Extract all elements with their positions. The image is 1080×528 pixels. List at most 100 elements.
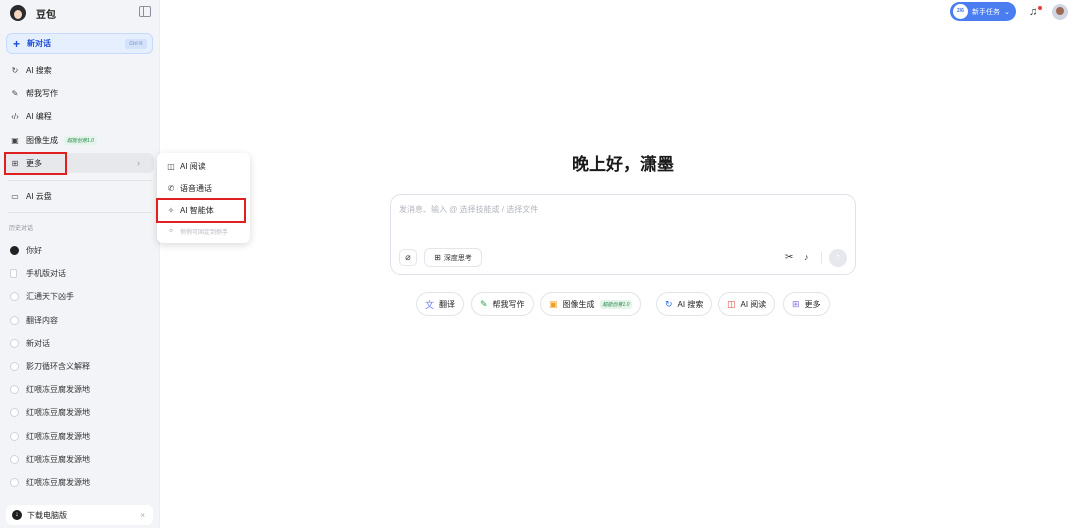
ai-search-icon: ↻ bbox=[11, 65, 19, 75]
new-chat-button[interactable]: + 新对话 Ctrl K bbox=[6, 33, 153, 54]
bulb-icon: ○ bbox=[169, 228, 173, 234]
chip-label: 帮我写作 bbox=[492, 299, 525, 309]
grid-icon: ⊞ bbox=[792, 298, 800, 309]
sidebar-item-coding[interactable]: ‹/› AI 编程 bbox=[0, 106, 160, 126]
chat-icon bbox=[10, 338, 19, 348]
menu-hint-label: 悄悄可固定到侧手 bbox=[180, 229, 229, 236]
sidebar-item-cloud[interactable]: ▭ AI 云盘 bbox=[0, 186, 160, 206]
sidebar-item-label: AI 搜索 bbox=[26, 65, 52, 75]
task-label: 新手任务 bbox=[972, 8, 1000, 16]
translate-icon: 文 bbox=[425, 299, 435, 310]
new-chat-label: 新对话 bbox=[27, 39, 52, 48]
avatar[interactable] bbox=[1052, 3, 1068, 20]
agent-avatar bbox=[10, 245, 19, 255]
app-name: 豆包 bbox=[36, 9, 56, 21]
image-icon: ▣ bbox=[11, 135, 19, 145]
history-item[interactable]: 翻译内容 bbox=[0, 310, 160, 330]
message-input-placeholder[interactable]: 发消息、输入 @ 选择技能或 / 选择文件 bbox=[399, 204, 538, 215]
history-item-label: 红喂冻豆腐发源地 bbox=[26, 407, 90, 417]
cloud-disk-icon: ▭ bbox=[11, 191, 19, 201]
history-item[interactable]: 红喂冻豆腐发源地 bbox=[0, 472, 160, 492]
top-right-bar: 2/6 新手任务 ⌄ ♫ bbox=[950, 2, 1068, 21]
history-item-label: 红喂冻豆腐发源地 bbox=[26, 431, 90, 441]
annotation-highlight-more bbox=[4, 152, 67, 175]
chip-translate[interactable]: 文 翻译 bbox=[416, 292, 465, 316]
bell-icon[interactable]: ♫ bbox=[1029, 5, 1042, 18]
chip-label: 更多 bbox=[804, 299, 821, 309]
chat-icon bbox=[10, 315, 19, 325]
chip-writing[interactable]: ✎ 帮我写作 bbox=[471, 292, 534, 316]
sidebar-item-label: 图像生成 bbox=[26, 135, 58, 145]
chip-label: 翻译 bbox=[439, 299, 456, 309]
sidebar-item-image-gen[interactable]: ▣ 图像生成 超能创意1.0 bbox=[0, 130, 160, 150]
chip-label: AI 阅读 bbox=[740, 299, 767, 309]
sidebar-item-label: AI 云盘 bbox=[26, 191, 52, 201]
message-input-box[interactable]: 发消息、输入 @ 选择技能或 / 选择文件 ⌀ ⊞ 深度思考 ✂ ♪ ↑ bbox=[390, 194, 856, 275]
sidebar-collapse-icon[interactable] bbox=[139, 6, 151, 17]
sidebar: 豆包 + 新对话 Ctrl K ↻ AI 搜索 ✎ 帮我写作 ‹/› AI 编程… bbox=[0, 0, 160, 528]
download-desktop-button[interactable]: ↓ 下载电脑版 × bbox=[6, 505, 153, 525]
menu-item-ai-read[interactable]: ◫ AI 阅读 bbox=[166, 159, 206, 173]
chat-icon bbox=[10, 431, 19, 441]
history-item-label: 红喂冻豆腐发源地 bbox=[26, 454, 90, 464]
deep-think-label: 深度思考 bbox=[443, 254, 472, 262]
history-item-label: 新对话 bbox=[26, 338, 50, 348]
sidebar-item-writing[interactable]: ✎ 帮我写作 bbox=[0, 83, 160, 103]
menu-item-voice-call[interactable]: ✆ 语音通话 bbox=[166, 181, 212, 195]
history-item[interactable]: 红喂冻豆腐发源地 bbox=[0, 426, 160, 446]
history-item[interactable]: 影刀循环含义解释 bbox=[0, 356, 160, 376]
history-item[interactable]: 汇通天下凶手 bbox=[0, 286, 160, 306]
brand[interactable]: 豆包 bbox=[10, 4, 56, 22]
history-item[interactable]: 红喂冻豆腐发源地 bbox=[0, 379, 160, 399]
feature-tag: 超能创意1.0 bbox=[64, 135, 97, 145]
history-item[interactable]: 红喂冻豆腐发源地 bbox=[0, 402, 160, 422]
history-item[interactable]: 红喂冻豆腐发源地 bbox=[0, 449, 160, 469]
menu-item-label: 语音通话 bbox=[180, 183, 212, 193]
download-icon: ↓ bbox=[12, 510, 22, 520]
history-item-label: 红喂冻豆腐发源地 bbox=[26, 477, 90, 487]
chevron-right-icon: › bbox=[137, 158, 140, 168]
chip-label: 图像生成 bbox=[562, 299, 595, 309]
deep-think-button[interactable]: ⊞ 深度思考 bbox=[424, 248, 482, 267]
history-item-label: 翻译内容 bbox=[26, 315, 58, 325]
chat-icon bbox=[10, 291, 19, 301]
menu-item-label: AI 阅读 bbox=[180, 161, 206, 171]
download-label: 下载电脑版 bbox=[27, 510, 67, 520]
history-item[interactable]: 手机版对话 bbox=[0, 263, 160, 283]
microphone-icon[interactable]: ♪ bbox=[804, 252, 809, 262]
history-item[interactable]: 新对话 bbox=[0, 333, 160, 353]
attachment-icon[interactable]: ⌀ bbox=[399, 249, 417, 266]
chip-label: AI 搜索 bbox=[677, 299, 704, 309]
menu-hint: ○ 悄悄可固定到侧手 bbox=[166, 224, 228, 238]
history-item[interactable]: 你好 bbox=[0, 240, 160, 260]
sidebar-item-label: 帮我写作 bbox=[26, 88, 58, 98]
chat-icon bbox=[10, 477, 19, 487]
history-section-title: 历史对话 bbox=[9, 226, 34, 232]
code-icon: ‹/› bbox=[11, 111, 19, 121]
sidebar-item-ai-search[interactable]: ↻ AI 搜索 bbox=[0, 60, 160, 80]
grid-icon: ⊞ bbox=[434, 253, 441, 262]
ai-search-icon: ↻ bbox=[665, 298, 673, 309]
chip-ai-read[interactable]: ◫ AI 阅读 bbox=[718, 292, 776, 316]
sidebar-item-label: AI 编程 bbox=[26, 111, 52, 121]
image-icon: ▣ bbox=[549, 298, 558, 309]
history-item-label: 汇通天下凶手 bbox=[26, 291, 74, 301]
phone-icon: ✆ bbox=[167, 183, 175, 193]
send-button[interactable]: ↑ bbox=[829, 249, 847, 267]
close-icon[interactable]: × bbox=[140, 511, 145, 520]
newbie-task-button[interactable]: 2/6 新手任务 ⌄ bbox=[950, 2, 1016, 21]
plus-icon: + bbox=[13, 36, 21, 51]
write-icon: ✎ bbox=[11, 88, 19, 98]
shortcut-hint: Ctrl K bbox=[125, 39, 147, 49]
chat-icon bbox=[10, 407, 19, 417]
doubao-logo bbox=[10, 5, 26, 21]
chip-more[interactable]: ⊞ 更多 bbox=[783, 292, 830, 316]
chevron-down-icon: ⌄ bbox=[1004, 8, 1010, 16]
chip-ai-search[interactable]: ↻ AI 搜索 bbox=[656, 292, 713, 316]
write-icon: ✎ bbox=[480, 298, 488, 309]
phone-icon bbox=[10, 268, 17, 278]
scissors-icon[interactable]: ✂ bbox=[785, 252, 793, 263]
ai-read-icon: ◫ bbox=[727, 298, 736, 309]
annotation-highlight-agent bbox=[156, 198, 246, 223]
chip-image-gen[interactable]: ▣ 图像生成 超能创意1.0 bbox=[540, 292, 642, 316]
